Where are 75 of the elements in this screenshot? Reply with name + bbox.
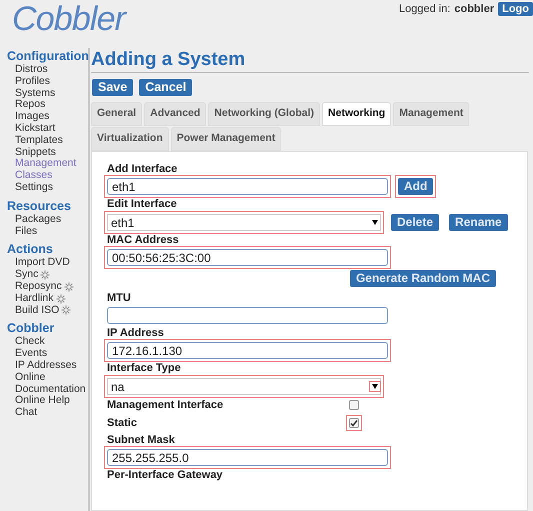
select-dropdown[interactable]: eth1 xyxy=(107,214,381,231)
checkbox[interactable] xyxy=(349,400,359,410)
sidebar-link[interactable]: Management xyxy=(7,158,76,170)
dropdown-arrow-icon xyxy=(372,220,378,225)
sidebar-link[interactable]: Profiles xyxy=(7,76,50,88)
action-button[interactable]: Rename xyxy=(449,214,508,231)
sun-icon xyxy=(40,270,50,280)
sidebar-link[interactable]: Chat xyxy=(7,407,38,419)
select-value: na xyxy=(111,378,124,396)
logged-in-label: Logged in: xyxy=(398,2,450,17)
sidebar-link[interactable]: Hardlink xyxy=(7,292,66,305)
checkmark-icon xyxy=(350,419,358,427)
field-label: Static xyxy=(107,416,137,430)
generate-mac-button[interactable]: Generate Random MAC xyxy=(350,270,496,287)
sidebar-link[interactable]: Documentation xyxy=(7,384,86,396)
tab[interactable]: Networking xyxy=(322,102,392,126)
sun-icon xyxy=(61,305,72,316)
tab[interactable]: Power Management xyxy=(170,127,282,151)
text-field[interactable]: eth1 xyxy=(107,178,388,195)
sidebar-link[interactable]: Online Help xyxy=(7,395,70,408)
select-value: eth1 xyxy=(111,214,134,232)
field-label: Per-Interface Gateway xyxy=(107,468,224,482)
sidebar-link[interactable]: Online xyxy=(7,372,46,384)
sidebar-link[interactable]: Files xyxy=(7,226,38,238)
sidebar-link[interactable]: Distros xyxy=(7,64,48,76)
field-label: Add Interface xyxy=(107,162,178,176)
sidebar-link[interactable]: Reposync xyxy=(7,280,74,293)
text-field[interactable] xyxy=(107,307,388,324)
text-field[interactable]: 172.16.1.130 xyxy=(107,342,388,359)
sidebar-link[interactable]: Repos xyxy=(7,99,46,112)
sidebar-link[interactable]: Sync xyxy=(7,269,50,281)
field-label: Edit Interface xyxy=(107,197,178,211)
page-title: Adding a System xyxy=(91,48,246,72)
tab[interactable]: Management xyxy=(393,102,470,126)
action-button[interactable]: Save xyxy=(92,79,134,96)
select-dropdown[interactable]: na xyxy=(107,378,381,395)
sun-icon xyxy=(64,282,74,292)
username: cobbler xyxy=(454,2,494,17)
tab[interactable]: Advanced xyxy=(144,102,206,126)
sidebar-heading: Configuration xyxy=(7,48,88,64)
sidebar-heading: Resources xyxy=(7,198,72,214)
checkbox[interactable] xyxy=(349,418,359,428)
sidebar-link[interactable]: Templates xyxy=(7,134,63,147)
sidebar-link[interactable]: Systems xyxy=(7,88,56,100)
sidebar-heading: Actions xyxy=(7,241,54,258)
add-button[interactable]: Add xyxy=(398,178,434,195)
sidebar-link[interactable]: Check xyxy=(7,336,45,348)
tab[interactable]: Networking (Global) xyxy=(208,102,320,126)
sidebar-heading: Cobbler xyxy=(7,320,56,336)
field-label: Management Interface xyxy=(107,398,224,412)
text-field[interactable]: 00:50:56:25:3C:00 xyxy=(107,249,388,266)
field-label: MAC Address xyxy=(107,233,180,247)
field-label: Subnet Mask xyxy=(107,433,176,447)
sidebar-link[interactable]: Classes xyxy=(7,170,52,182)
sidebar-link[interactable]: Build ISO xyxy=(7,304,72,316)
sidebar-link[interactable]: Events xyxy=(7,348,48,360)
cobbler-logo: Cobbler xyxy=(12,0,126,38)
field-label: IP Address xyxy=(107,326,165,340)
tab[interactable]: Virtualization xyxy=(91,127,169,151)
action-button[interactable]: Delete xyxy=(391,214,440,231)
text-field[interactable]: 255.255.255.0 xyxy=(107,449,388,466)
sun-icon xyxy=(56,294,66,304)
dropdown-arrow-icon xyxy=(372,384,378,389)
sidebar-link[interactable]: Images xyxy=(7,111,50,123)
sidebar-link[interactable]: Import DVD xyxy=(7,257,70,270)
action-button[interactable]: Cancel xyxy=(139,79,192,96)
sidebar-link[interactable]: Snippets xyxy=(7,146,56,158)
sidebar-link[interactable]: IP Addresses xyxy=(7,360,77,372)
tab[interactable]: General xyxy=(91,102,142,126)
sidebar-link[interactable]: Kickstart xyxy=(7,122,56,135)
field-label: MTU xyxy=(107,291,132,305)
field-label: Interface Type xyxy=(107,361,182,375)
sidebar-link[interactable]: Settings xyxy=(7,182,53,194)
sidebar-link[interactable]: Packages xyxy=(7,214,62,226)
logout-button[interactable]: Logo xyxy=(498,2,533,16)
